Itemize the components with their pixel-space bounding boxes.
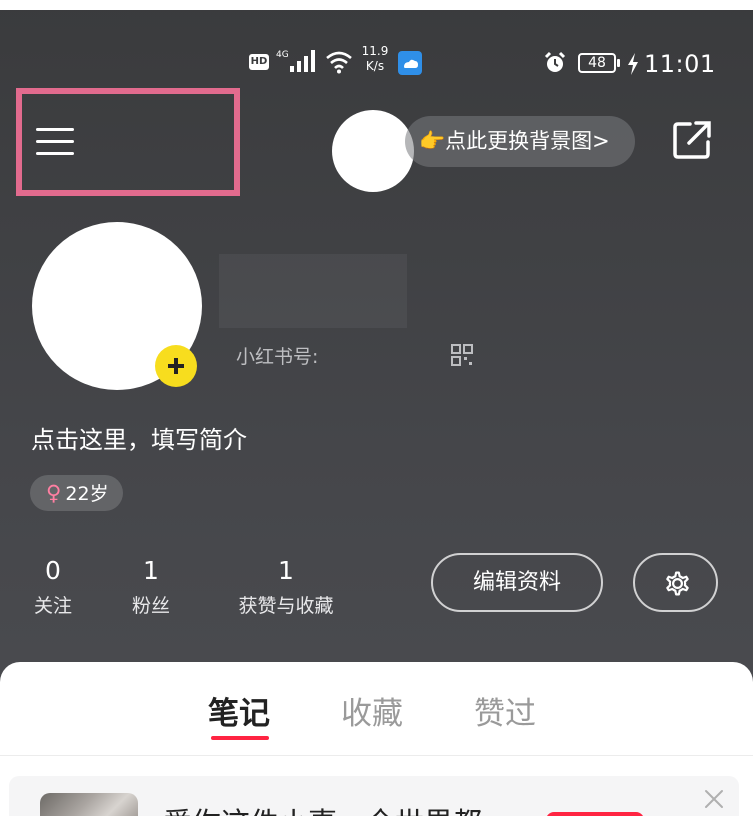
age-gender-tag: ♀ 22岁 — [30, 475, 123, 511]
tab-liked[interactable]: 赞过 — [474, 688, 536, 733]
followers-count: 1 — [143, 556, 159, 585]
background-avatar — [332, 110, 414, 192]
svg-text:4G: 4G — [276, 50, 289, 60]
stat-likes-collects[interactable]: 1 获赞与收藏 — [228, 556, 344, 619]
age-label: 22岁 — [65, 483, 109, 505]
gear-icon — [666, 571, 689, 596]
female-gender-icon: ♀ — [46, 481, 62, 505]
status-bar: HD 4G 11.9 K/s 48 11:01 — [0, 42, 753, 82]
tab-collections[interactable]: 收藏 — [341, 688, 403, 733]
card-thumbnail — [40, 793, 138, 816]
tabs-divider — [0, 755, 753, 756]
hd-badge: HD — [249, 54, 269, 70]
likes-collects-count: 1 — [278, 556, 294, 585]
close-icon[interactable] — [703, 788, 725, 810]
clock-time: 11:01 — [644, 50, 716, 78]
active-tab-indicator — [211, 736, 269, 740]
likes-collects-label: 获赞与收藏 — [238, 595, 334, 617]
weather-app-icon — [398, 51, 422, 75]
settings-button[interactable] — [633, 553, 718, 612]
battery-indicator: 48 — [578, 53, 616, 73]
red-id-label: 小红书号: — [236, 346, 319, 368]
network-speed-unit: K/s — [365, 59, 385, 73]
change-background-button[interactable]: 👉点此更换背景图> — [405, 116, 635, 167]
edit-profile-button[interactable]: 编辑资料 — [431, 553, 603, 612]
alarm-clock-icon — [544, 51, 566, 72]
top-edge — [0, 0, 753, 10]
followers-label: 粉丝 — [131, 595, 170, 617]
card-title: 爱你这件小事，全世界都 — [163, 800, 482, 816]
following-count: 0 — [45, 556, 61, 585]
qr-code-icon[interactable] — [451, 344, 473, 366]
cellular-signal-icon: 4G — [276, 50, 315, 72]
stat-following[interactable]: 0 关注 — [30, 556, 76, 619]
menu-icon[interactable] — [36, 125, 76, 159]
share-icon[interactable] — [670, 118, 714, 162]
bio-placeholder[interactable]: 点击这里，填写简介 — [31, 420, 247, 455]
card-action-button[interactable] — [546, 812, 644, 816]
username-placeholder — [219, 254, 407, 328]
avatar-add-badge[interactable] — [155, 345, 197, 387]
tab-notes[interactable]: 笔记 — [208, 688, 270, 733]
battery-tip — [617, 59, 620, 67]
charging-bolt-icon — [628, 53, 638, 75]
profile-screen: HD 4G 11.9 K/s 48 11:01 👉点此更换背景图> 小红书号: … — [0, 0, 753, 816]
following-label: 关注 — [33, 595, 72, 617]
plus-icon — [168, 358, 184, 374]
network-speed-value: 11.9 — [361, 44, 389, 58]
network-speed: 11.9 K/s — [358, 44, 392, 74]
stat-followers[interactable]: 1 粉丝 — [128, 556, 174, 619]
wifi-icon — [326, 51, 352, 74]
